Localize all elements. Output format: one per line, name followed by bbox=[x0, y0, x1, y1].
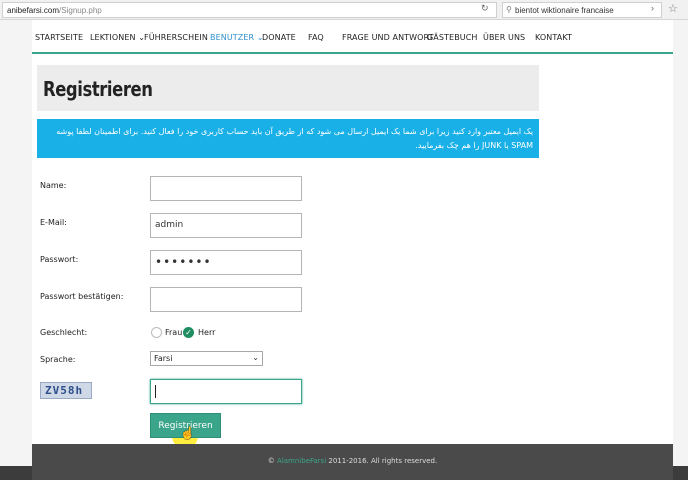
url-path: /Signup.php bbox=[59, 6, 102, 15]
password-confirm-label: Passwort bestätigen: bbox=[40, 292, 124, 301]
reload-icon[interactable]: ↻ bbox=[481, 3, 489, 14]
nav-item-kontakt[interactable]: KONTAKT bbox=[535, 33, 572, 42]
email-field[interactable]: admin bbox=[150, 213, 302, 238]
gender-option-herr: Herr bbox=[198, 328, 216, 337]
gender-radio-herr[interactable]: ✓ bbox=[183, 327, 194, 338]
nav-item-benutzer[interactable]: BENUTZER ⌄ bbox=[210, 33, 264, 42]
bookmark-star-icon[interactable]: ☆ bbox=[668, 2, 678, 15]
text-caret bbox=[155, 385, 156, 398]
footer-text: 2011-2016. All rights reserved. bbox=[328, 457, 438, 465]
name-field[interactable] bbox=[150, 176, 302, 201]
copyright-symbol: © bbox=[267, 457, 275, 465]
nav-item-donate[interactable]: DONATE bbox=[262, 33, 296, 42]
captcha-input[interactable] bbox=[150, 379, 302, 404]
browser-search-text: bientot wiktionaire francaise bbox=[515, 6, 614, 15]
hand-cursor-icon: ☝ bbox=[180, 426, 195, 440]
nav-item-lektionen-label: LEKTIONEN bbox=[90, 33, 136, 42]
page-title-box: Registrieren bbox=[37, 65, 539, 111]
nav-item-startseite[interactable]: STARTSEITE bbox=[35, 33, 83, 42]
language-selected-value: Farsi bbox=[154, 354, 173, 363]
password-label: Passwort: bbox=[40, 255, 79, 264]
address-bar[interactable]: anibefarsi.com/Signup.php bbox=[2, 2, 497, 18]
browser-search-input[interactable]: ⚲ bientot wiktionaire francaise bbox=[502, 2, 662, 18]
page-title: Registrieren bbox=[43, 77, 153, 101]
browser-toolbar: anibefarsi.com/Signup.php ↻ ⚲ bientot wik… bbox=[0, 0, 688, 20]
chevron-down-icon: ⌄ bbox=[252, 353, 259, 362]
nav-item-lektionen[interactable]: LEKTIONEN ⌄ bbox=[90, 33, 145, 42]
nav-item-gaestebuch[interactable]: GÄSTEBUCH bbox=[427, 33, 478, 42]
search-go-icon[interactable]: › bbox=[651, 3, 654, 13]
checkmark-icon: ✓ bbox=[185, 328, 192, 337]
email-label: E-Mail: bbox=[40, 218, 67, 227]
nav-item-faq[interactable]: FAQ bbox=[308, 33, 324, 42]
gender-radio-frau[interactable] bbox=[151, 327, 162, 338]
nav-item-frage-und-antwort[interactable]: FRAGE UND ANTWORT bbox=[342, 33, 434, 42]
nav-item-fuehrerschein[interactable]: FÜHRERSCHEIN bbox=[144, 33, 208, 42]
footer-brand-link[interactable]: AlamnibeFarsi bbox=[277, 457, 326, 465]
password-field[interactable]: ••••••• bbox=[150, 250, 302, 275]
search-icon: ⚲ bbox=[506, 5, 512, 14]
name-label: Name: bbox=[40, 181, 67, 190]
nav-item-ueber-uns[interactable]: ÜBER UNS bbox=[483, 33, 525, 42]
language-label: Sprache: bbox=[40, 355, 76, 364]
password-confirm-field[interactable] bbox=[150, 287, 302, 312]
page-gutter-left bbox=[0, 20, 32, 480]
language-select[interactable]: Farsi ⌄ bbox=[150, 351, 263, 366]
nav-item-benutzer-label: BENUTZER bbox=[210, 33, 255, 42]
gender-label: Geschlecht: bbox=[40, 328, 88, 337]
page-gutter-right bbox=[673, 20, 688, 480]
gender-option-frau: Frau bbox=[165, 328, 183, 337]
info-message: یک ایمیل معتبر وارد کنید زیرا برای شما ی… bbox=[37, 119, 539, 158]
captcha-image: ZV58h bbox=[40, 382, 92, 399]
footer: © AlamnibeFarsi 2011-2016. All rights re… bbox=[32, 444, 673, 480]
url-host: anibefarsi.com bbox=[7, 6, 60, 15]
main-navigation: STARTSEITE LEKTIONEN ⌄ FÜHRERSCHEIN BENU… bbox=[32, 20, 673, 54]
